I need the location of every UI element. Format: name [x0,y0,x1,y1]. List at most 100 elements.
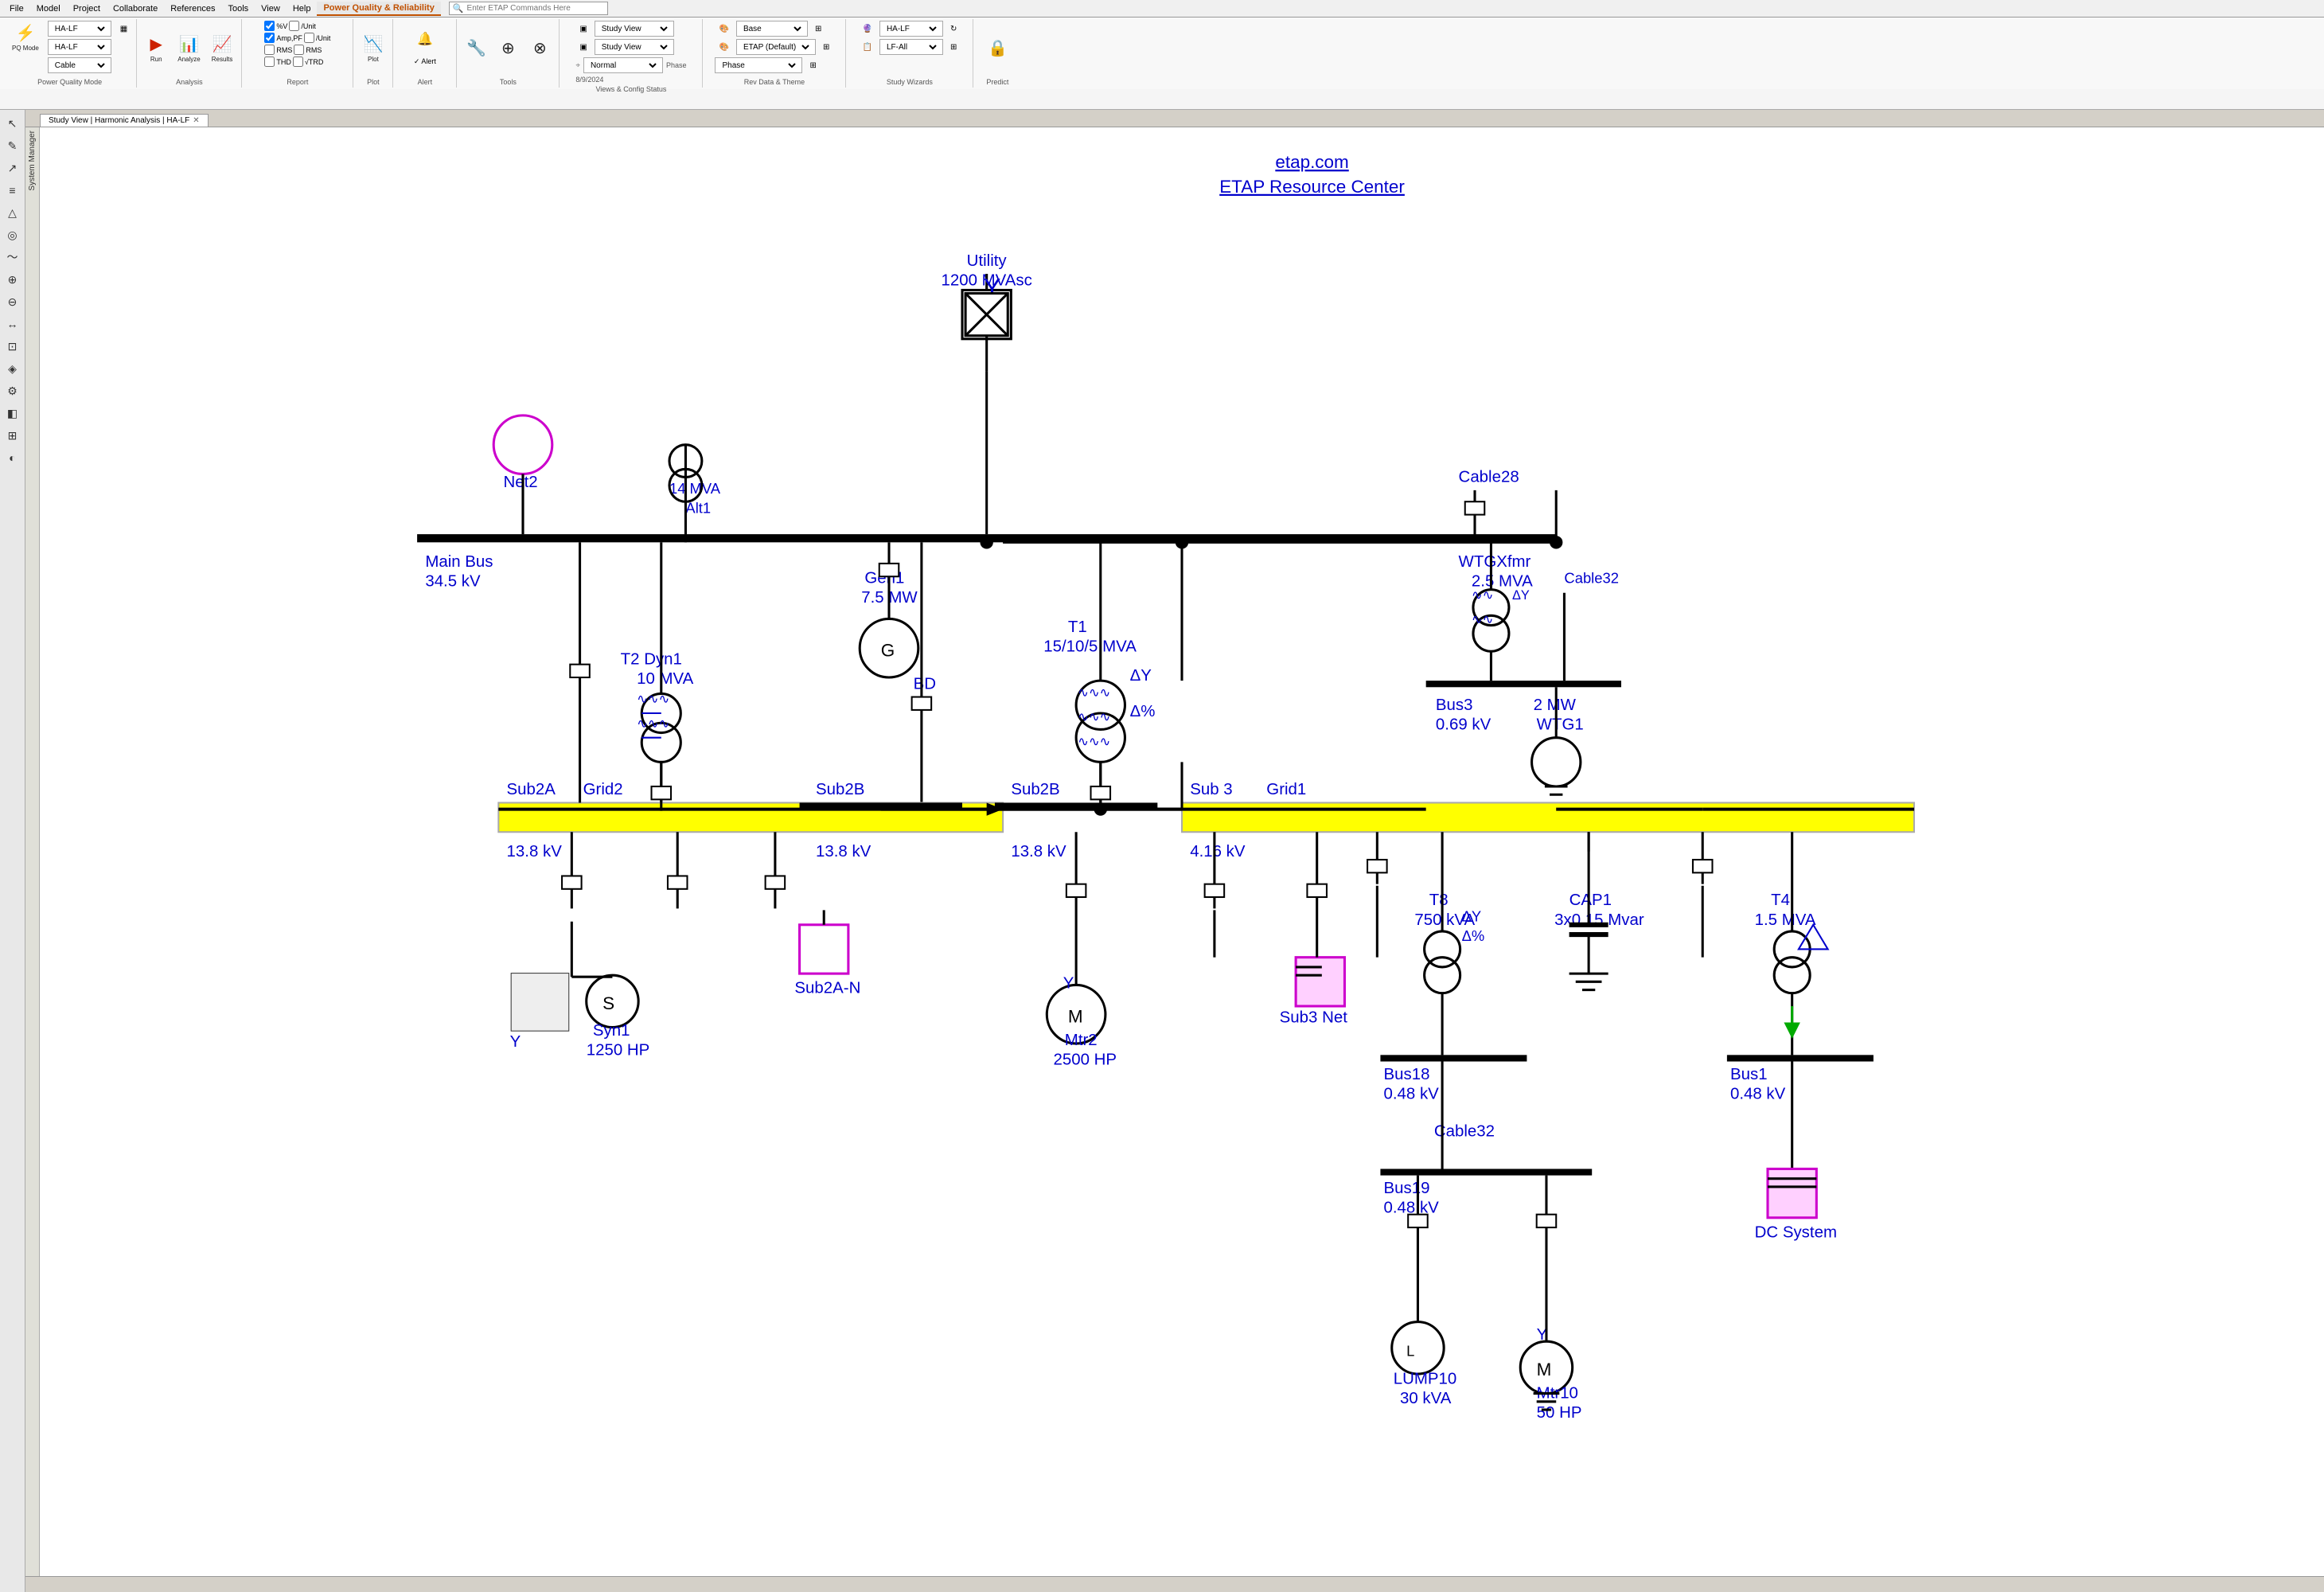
tools-btn1[interactable]: 🔧 [462,26,490,71]
tab-main[interactable]: Study View | Harmonic Analysis | HA-LF ✕ [40,114,209,127]
predict-btn[interactable]: 🔒 [983,26,1012,71]
tool-gear[interactable]: ⚙ [2,380,23,401]
tool-circle[interactable]: ◎ [2,224,23,245]
options-btn[interactable]: ▦ [116,21,131,37]
tool-half-circle[interactable]: ◐ [2,447,23,468]
status-bar [25,1576,2324,1592]
analysis-btn2[interactable]: 📊 Analyze [174,26,204,71]
pq-mode-icon: ⚡ [15,23,35,43]
alert-btn[interactable]: 🔔 [411,28,439,52]
tool-zoom-in[interactable]: ⊕ [2,269,23,290]
phase-dropdown[interactable]: Normal [583,57,663,73]
base-dropdown[interactable]: Base [736,21,808,37]
analysis-icon2: 📊 [179,34,199,54]
cable-type-select[interactable]: Cable [52,60,107,71]
rms-check1[interactable]: RMS [264,45,292,55]
rms-check2[interactable]: RMS [294,45,322,55]
study-case-select2[interactable]: HA-LF [883,24,939,34]
alert-check[interactable]: ✓ Alert [410,53,440,69]
svg-text:0.69 kV: 0.69 kV [1436,715,1491,733]
svg-text:CAP1: CAP1 [1569,891,1612,909]
svg-text:Δ%: Δ% [1462,927,1485,944]
lf-btn2[interactable]: ⊞ [946,39,961,55]
tool-box[interactable]: ⊡ [2,336,23,357]
menu-help[interactable]: Help [287,2,318,15]
ribbon-group-views: ▣ Study View ▣ Study View ⌖ Normal [560,19,703,88]
phase-theme-select[interactable]: Phase [719,60,798,71]
pv-check[interactable]: %V [264,21,287,31]
run-analysis-btn[interactable]: ▶ Run [142,26,170,71]
analysis-type-dropdown[interactable]: HA-LF [48,39,111,55]
study-case-dropdown[interactable]: HA-LF [48,21,111,37]
pq-mode-icon-btn[interactable]: ⚡ PQ Mode [8,21,43,54]
phase-btn2[interactable]: ⊞ [805,57,820,73]
analysis-type-select[interactable]: HA-LF [52,42,107,53]
theme-btn2[interactable]: ⊞ [819,39,833,55]
study-wizard-icon[interactable]: 🔮 [858,21,875,37]
svg-text:Cable28: Cable28 [1459,468,1519,486]
lf-select[interactable]: LF-All [883,42,939,53]
plot-btn[interactable]: 📉 Plot [359,26,388,71]
left-toolbar: ↖ ✎ ↗ ≡ △ ◎ 〜 ⊕ ⊖ ↔ ⊡ ◈ ⚙ ◧ ⊞ ◐ [0,110,25,1592]
tool-bus[interactable]: ≡ [2,180,23,201]
study-case-dropdown2[interactable]: HA-LF [879,21,943,37]
phase-select[interactable]: Normal [587,60,659,71]
theme-icon[interactable]: 🎨 [715,39,732,55]
tool-wave[interactable]: 〜 [2,247,23,267]
refresh-btn[interactable]: ↻ [946,21,961,37]
analysis-btn3[interactable]: 📈 Results [208,26,237,71]
view2-dropdown[interactable]: Study View [595,39,674,55]
menu-power-quality[interactable]: Power Quality & Reliability [317,2,440,16]
diagram-area[interactable]: etap.com ETAP Resource Center Utility 12… [40,127,2324,1592]
cable-type-dropdown[interactable]: Cable [48,57,111,73]
menu-view[interactable]: View [255,2,287,15]
lf-icon[interactable]: 📋 [858,39,875,55]
view2-select[interactable]: Study View [599,42,670,53]
phase-theme-dropdown[interactable]: Phase [715,57,802,73]
tab-close-btn[interactable]: ✕ [193,116,199,125]
svg-text:Sub2B: Sub2B [816,780,864,798]
menu-tools[interactable]: Tools [221,2,255,15]
menu-file[interactable]: File [3,2,30,15]
menu-references[interactable]: References [164,2,221,15]
ribbon-content: ⚡ PQ Mode HA-LF HA-LF [0,18,2324,89]
svg-text:10 MVA: 10 MVA [637,669,694,688]
tool-grid[interactable]: ⊞ [2,425,23,446]
tool-half[interactable]: ◧ [2,403,23,423]
search-input[interactable] [467,4,604,13]
tool-arrow[interactable]: ↔ [2,314,23,334]
amppf-check[interactable]: Amp,PF [264,33,302,43]
svg-text:4.16 kV: 4.16 kV [1190,842,1246,860]
tool-zoom-out[interactable]: ⊖ [2,291,23,312]
svg-text:Sub2A-N: Sub2A-N [794,979,860,997]
menu-collaborate[interactable]: Collaborate [107,2,164,15]
base-btn2[interactable]: ⊞ [811,21,825,37]
theme-select[interactable]: ETAP (Default) [740,42,812,53]
trd-check[interactable]: √TRD [293,57,323,67]
tools-btn2[interactable]: ⊕ [493,26,522,71]
menu-project[interactable]: Project [67,2,107,15]
menu-model[interactable]: Model [30,2,67,15]
base-select[interactable]: Base [740,24,804,34]
study-case-select[interactable]: HA-LF [52,24,107,34]
view1-icon[interactable]: ▣ [575,21,591,37]
tool-diamond[interactable]: ◈ [2,358,23,379]
menu-search-box[interactable]: 🔍 [449,2,608,15]
lf-dropdown[interactable]: LF-All [879,39,943,55]
view1-dropdown[interactable]: Study View [595,21,674,37]
tool-edit[interactable]: ✎ [2,135,23,156]
theme-dropdown[interactable]: ETAP (Default) [736,39,816,55]
unit-check2[interactable]: /Unit [304,33,331,43]
view1-select[interactable]: Study View [599,24,670,34]
tool-select[interactable]: ↖ [2,113,23,134]
tools-btn3[interactable]: ⊗ [525,26,554,71]
view2-icon[interactable]: ▣ [575,39,591,55]
svg-text:13.8 kV: 13.8 kV [816,842,872,860]
tool-line[interactable]: ↗ [2,158,23,178]
tool-triangle[interactable]: △ [2,202,23,223]
unit-check1[interactable]: /Unit [289,21,316,31]
thd-check[interactable]: THD [264,57,291,67]
svg-text:34.5 kV: 34.5 kV [425,572,481,591]
base-icon[interactable]: 🎨 [715,21,732,37]
svg-text:LUMP10: LUMP10 [1394,1369,1457,1387]
